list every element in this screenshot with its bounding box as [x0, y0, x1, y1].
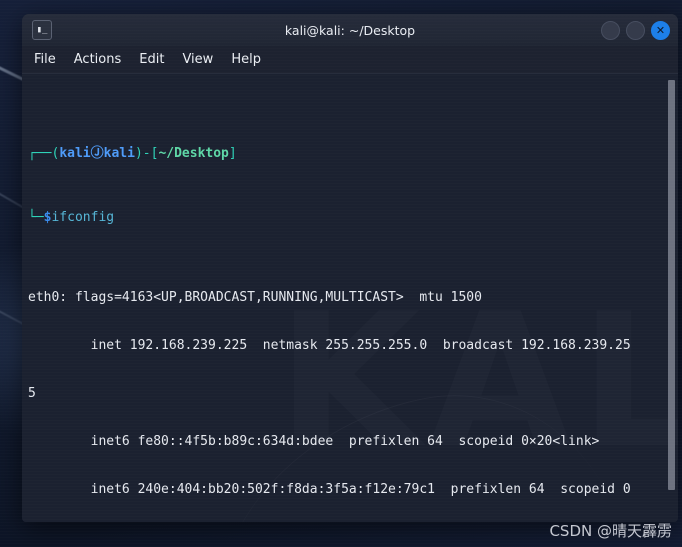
window-controls: ✕: [601, 20, 670, 40]
window-title: kali@kali: ~/Desktop: [284, 22, 416, 38]
prompt-corner-top: ┌──: [28, 146, 52, 161]
prompt-close-paren: ): [134, 146, 143, 161]
prompt-line-top: ┌──(kaliⒿkali)-[~/Desktop]: [28, 146, 678, 162]
terminal-output-area[interactable]: ┌──(kaliⒿkali)-[~/Desktop] └─$ifconfig e…: [22, 74, 678, 522]
terminal-icon: ▮_: [32, 20, 52, 40]
close-button[interactable]: ✕: [651, 20, 670, 40]
menu-item-actions[interactable]: Actions: [74, 52, 122, 67]
terminal-body[interactable]: KALI "the quieter you become, the mo ┌──…: [22, 74, 678, 522]
desktop-background: ▮_ kali@kali: ~/Desktop ✕ File Actions E…: [0, 0, 682, 547]
minimize-button[interactable]: [601, 20, 620, 40]
output-line: eth0: flags=4163<UP,BROADCAST,RUNNING,MU…: [28, 290, 482, 305]
output-line: inet 192.168.239.225 netmask 255.255.255…: [28, 338, 631, 353]
prompt-close-bracket: ]: [228, 146, 237, 161]
output-line: 5: [28, 386, 36, 401]
prompt-line-command: └─$ifconfig: [28, 210, 678, 226]
maximize-button[interactable]: [626, 20, 645, 40]
command-text: ifconfig: [51, 210, 115, 225]
menu-item-help[interactable]: Help: [231, 52, 261, 67]
prompt-path: ~/Desktop: [158, 146, 229, 161]
terminal-window[interactable]: ▮_ kali@kali: ~/Desktop ✕ File Actions E…: [22, 14, 678, 522]
csdn-watermark: CSDN @晴天霹雳: [549, 522, 672, 540]
prompt-corner-bottom: └─: [28, 210, 44, 225]
menu-item-file[interactable]: File: [34, 52, 56, 67]
menu-bar: File Actions Edit View Help: [22, 46, 678, 74]
menu-item-view[interactable]: View: [182, 52, 213, 67]
title-bar[interactable]: ▮_ kali@kali: ~/Desktop ✕: [22, 14, 678, 46]
prompt-host: kali: [103, 146, 135, 161]
menu-item-edit[interactable]: Edit: [139, 52, 164, 67]
prompt-user: kali: [59, 146, 91, 161]
prompt-dash: -: [142, 146, 151, 161]
output-line: inet6 fe80::4f5b:b89c:634d:bdee prefixle…: [28, 434, 600, 449]
kali-dragon-icon: Ⓙ: [90, 146, 104, 161]
output-line: inet6 240e:404:bb20:502f:f8da:3f5a:f12e:…: [28, 482, 631, 497]
